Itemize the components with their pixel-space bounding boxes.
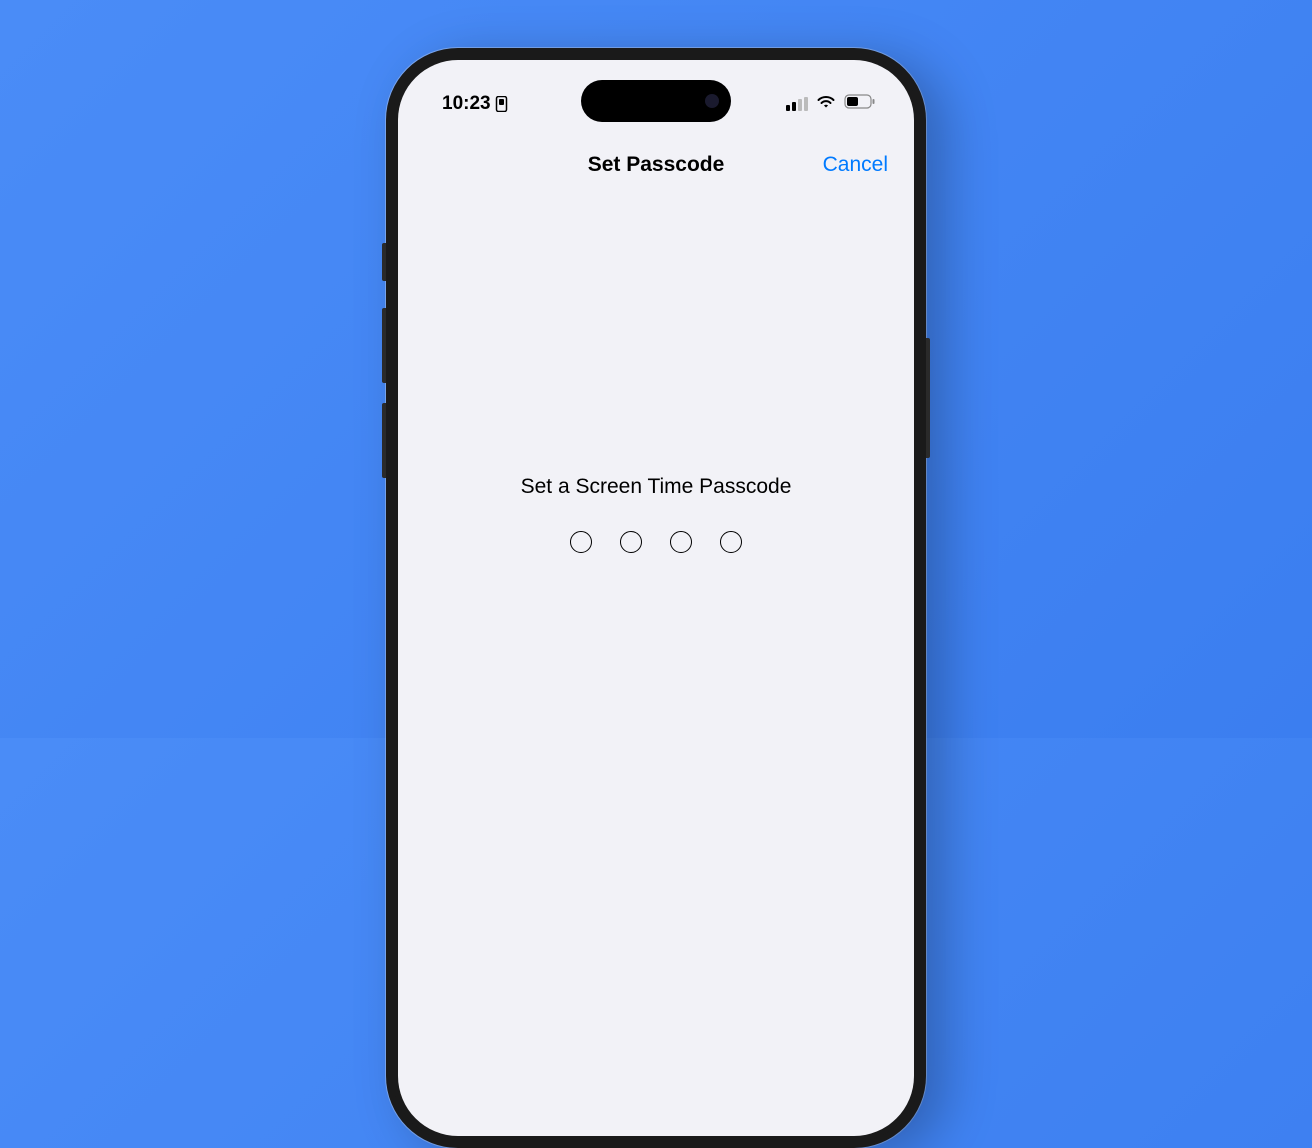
power-button xyxy=(926,338,930,458)
cancel-button[interactable]: Cancel xyxy=(823,153,888,177)
page-title: Set Passcode xyxy=(588,153,725,177)
cellular-signal-icon xyxy=(786,97,808,111)
phone-screen: 10:23 xyxy=(398,60,914,1136)
volume-up-button xyxy=(382,308,386,383)
passcode-input[interactable] xyxy=(570,531,742,553)
status-time: 10:23 xyxy=(442,93,491,115)
passcode-digit-2 xyxy=(620,531,642,553)
silent-switch xyxy=(382,243,386,281)
passcode-digit-3 xyxy=(670,531,692,553)
passcode-digit-4 xyxy=(720,531,742,553)
wifi-icon xyxy=(816,94,836,114)
dynamic-island xyxy=(581,80,731,122)
screen-recording-icon xyxy=(495,96,508,112)
navigation-bar: Set Passcode Cancel xyxy=(398,138,914,192)
status-bar-left: 10:23 xyxy=(442,93,508,115)
battery-icon xyxy=(844,94,876,114)
phone-bezel: 10:23 xyxy=(392,54,920,1142)
volume-down-button xyxy=(382,403,386,478)
passcode-content: Set a Screen Time Passcode xyxy=(398,475,914,553)
status-bar-right xyxy=(786,94,876,114)
phone-device-frame: 10:23 xyxy=(386,48,926,1148)
passcode-prompt-label: Set a Screen Time Passcode xyxy=(521,475,792,499)
passcode-digit-1 xyxy=(570,531,592,553)
